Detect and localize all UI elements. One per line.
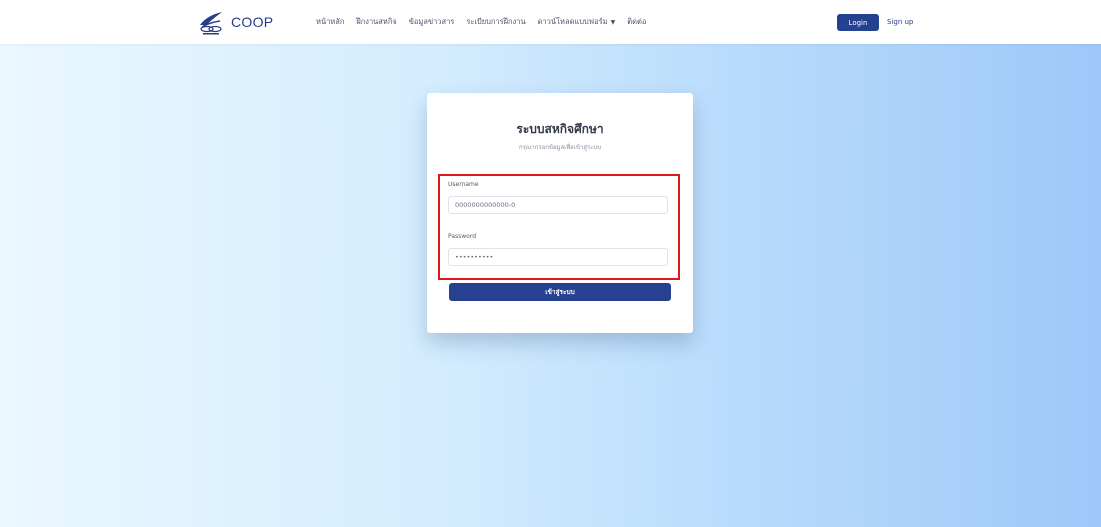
nav-menu: หน้าหลัก ฝึกงานสหกิจ ข้อมูลข่าวสาร ระเบี… — [316, 16, 658, 28]
nav-item-downloads[interactable]: ดาวน์โหลดแบบฟอร์ม ▼ — [538, 16, 616, 28]
login-button[interactable]: Login — [837, 14, 879, 31]
username-input[interactable]: 0000000000000-0 — [448, 196, 668, 214]
username-label: Username — [448, 181, 479, 188]
signup-link[interactable]: Sign up — [887, 18, 913, 26]
brand-name: COOP — [231, 14, 274, 30]
login-subtitle: กรุณากรอกข้อมูลเพื่อเข้าสู่ระบบ — [518, 144, 602, 151]
coop-logo-icon — [200, 12, 222, 35]
chevron-down-icon: ▼ — [610, 19, 616, 26]
password-input[interactable]: •••••••••• — [448, 248, 668, 266]
nav-item-contact[interactable]: ติดต่อ — [627, 16, 646, 28]
nav-item-home[interactable]: หน้าหลัก — [316, 16, 344, 28]
top-navbar: COOP หน้าหลัก ฝึกงานสหกิจ ข้อมูลข่าวสาร … — [0, 0, 1101, 44]
submit-login-button[interactable]: เข้าสู่ระบบ — [449, 283, 671, 301]
nav-item-coop-training[interactable]: ฝึกงานสหกิจ — [356, 16, 396, 28]
nav-item-news[interactable]: ข้อมูลข่าวสาร — [409, 16, 455, 28]
nav-item-regulations[interactable]: ระเบียบการฝึกงาน — [466, 16, 525, 28]
login-title: ระบบสหกิจศึกษา — [516, 122, 604, 136]
login-card: ระบบสหกิจศึกษา กรุณากรอกข้อมูลเพื่อเข้าส… — [427, 93, 693, 333]
password-label: Password — [448, 233, 477, 240]
brand-logo-link[interactable]: COOP — [197, 8, 273, 36]
nav-item-downloads-label: ดาวน์โหลดแบบฟอร์ม — [537, 17, 608, 26]
